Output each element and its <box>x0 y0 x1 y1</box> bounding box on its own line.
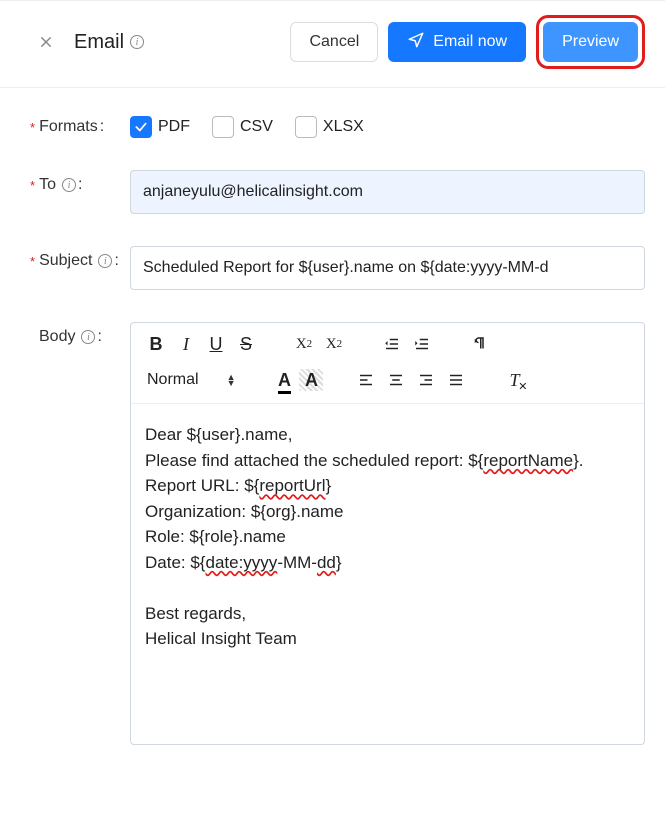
align-justify-button[interactable] <box>441 365 471 395</box>
send-icon <box>407 31 425 54</box>
body-line: Helical Insight Team <box>145 626 630 652</box>
heading-select[interactable]: Normal ▲▼ <box>141 371 241 389</box>
info-icon[interactable]: i <box>98 254 112 268</box>
body-line: Date: ${date:yyyy-MM-dd} <box>145 550 630 576</box>
body-line: Dear ${user}.name, <box>145 422 630 448</box>
info-icon[interactable]: i <box>62 178 76 192</box>
rich-text-editor: B I U S X2 X2 <box>130 322 645 745</box>
page-title: Email i <box>74 31 290 54</box>
formats-row: *Formats: PDF CSV XLSX <box>30 112 645 138</box>
body-line: Organization: ${org}.name <box>145 499 630 525</box>
strike-button[interactable]: S <box>231 329 261 359</box>
align-right-button[interactable] <box>411 365 441 395</box>
to-row: *To i : <box>30 170 645 214</box>
align-center-button[interactable] <box>381 365 411 395</box>
editor-textarea[interactable]: Dear ${user}.name, Please find attached … <box>131 404 644 744</box>
superscript-button[interactable]: X2 <box>319 329 349 359</box>
subject-label: *Subject i : <box>30 246 130 270</box>
info-icon[interactable]: i <box>130 35 144 49</box>
header-actions: Cancel Email now Preview <box>290 15 645 69</box>
body-line <box>145 575 630 601</box>
subject-row: *Subject i : <box>30 246 645 290</box>
indent-button[interactable] <box>407 329 437 359</box>
dialog-header: Email i Cancel Email now Preview <box>0 1 665 88</box>
highlight-color-button[interactable]: A <box>299 369 323 391</box>
info-icon[interactable]: i <box>81 330 95 344</box>
formats-label: *Formats: <box>30 112 130 136</box>
body-row: Body i : B I U S X2 X2 <box>30 322 645 745</box>
email-form: *Formats: PDF CSV XLSX *To i : <box>0 88 665 769</box>
cancel-button[interactable]: Cancel <box>290 22 378 62</box>
to-input[interactable] <box>130 170 645 214</box>
preview-button[interactable]: Preview <box>543 22 638 62</box>
close-icon[interactable] <box>36 32 56 52</box>
subscript-button[interactable]: X2 <box>289 329 319 359</box>
chevron-updown-icon: ▲▼ <box>227 374 236 386</box>
body-label: Body i : <box>30 322 130 346</box>
text-direction-button[interactable] <box>465 329 495 359</box>
format-pdf-checkbox[interactable]: PDF <box>130 116 190 138</box>
body-line: Best regards, <box>145 601 630 627</box>
body-line: Role: ${role}.name <box>145 524 630 550</box>
font-color-button[interactable]: A <box>269 365 299 395</box>
subject-input[interactable] <box>130 246 645 290</box>
preview-highlight: Preview <box>536 15 645 69</box>
formats-options: PDF CSV XLSX <box>130 112 645 138</box>
underline-button[interactable]: U <box>201 329 231 359</box>
format-csv-checkbox[interactable]: CSV <box>212 116 273 138</box>
email-now-button[interactable]: Email now <box>388 22 526 62</box>
body-line: Report URL: ${reportUrl} <box>145 473 630 499</box>
body-line: Please find attached the scheduled repor… <box>145 448 630 474</box>
clear-format-button[interactable]: T✕ <box>499 365 529 395</box>
italic-button[interactable]: I <box>171 329 201 359</box>
to-label: *To i : <box>30 170 130 194</box>
align-left-button[interactable] <box>351 365 381 395</box>
format-xlsx-checkbox[interactable]: XLSX <box>295 116 364 138</box>
outdent-button[interactable] <box>377 329 407 359</box>
editor-toolbar: B I U S X2 X2 <box>131 323 644 404</box>
bold-button[interactable]: B <box>141 329 171 359</box>
